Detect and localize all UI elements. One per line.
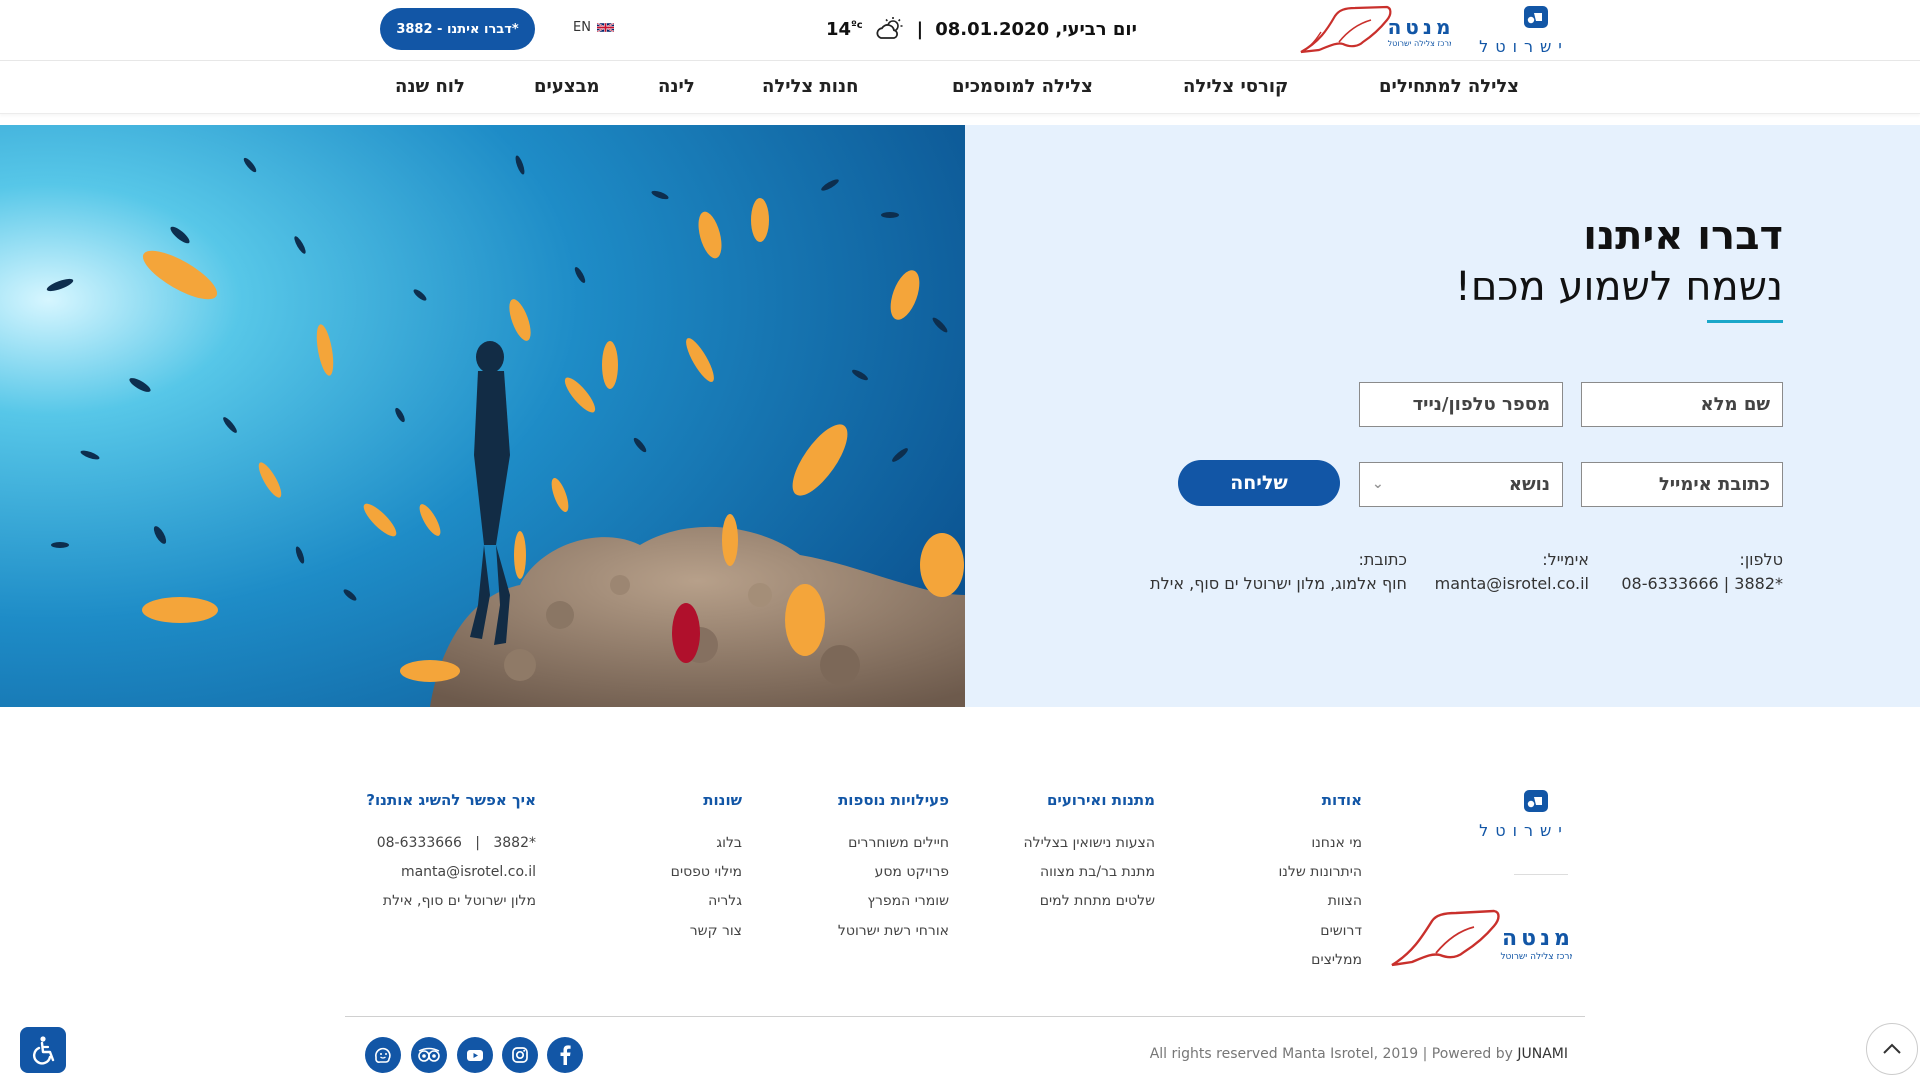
- contact-us-button[interactable]: דברו איתנו - 3882*: [380, 8, 535, 50]
- nav-item-calendar[interactable]: לוח שנה: [395, 76, 465, 97]
- footer-link[interactable]: אורחי רשת ישרוטל: [838, 923, 949, 939]
- footer-col-reach-title: איך אפשר להשיג אותנו?: [366, 791, 536, 809]
- footer-link[interactable]: מילוי טפסים: [671, 864, 742, 880]
- wheelchair-icon: [32, 1036, 55, 1065]
- footer-link[interactable]: מי אנחנו: [1311, 835, 1362, 851]
- youtube-icon[interactable]: [457, 1037, 493, 1073]
- junami-link[interactable]: JUNAMI: [1517, 1046, 1568, 1062]
- send-button[interactable]: שליחה: [1178, 460, 1340, 506]
- footer-link[interactable]: דרושים: [1320, 923, 1362, 939]
- manta-logo[interactable]: מנטה מרכז צלילה ישרוטל: [1299, 2, 1451, 56]
- phone-info: טלפון: 08-6333666 | 3882*: [1621, 548, 1783, 596]
- nav-item-deals[interactable]: מבצעים: [534, 76, 600, 97]
- address-label: כתובת:: [1358, 550, 1408, 569]
- contact-panel: דברו איתנו נשמח לשמוע מכם! שם מלא מספר ט…: [965, 125, 1920, 707]
- subject-placeholder: נושא: [1508, 474, 1550, 495]
- contact-subtitle: נשמח לשמוע מכם!: [1454, 264, 1783, 310]
- footer-link[interactable]: ממליצים: [1311, 952, 1362, 968]
- email-label: אימייל:: [1542, 550, 1589, 569]
- scroll-to-top-button[interactable]: [1866, 1023, 1918, 1075]
- footer-col-activities-title: פעילויות נוספות: [838, 791, 949, 809]
- phone-label: טלפון:: [1739, 550, 1783, 569]
- svg-text:מרכז צלילה ישרוטל: מרכז צלילה ישרוטל: [1388, 39, 1451, 48]
- email-value[interactable]: manta@isrotel.co.il: [1435, 572, 1589, 596]
- nav-item-certified[interactable]: צלילה למוסמכים: [952, 76, 1093, 97]
- partly-cloudy-icon: [876, 17, 903, 39]
- main-nav: צלילה למתחילים קורסי צלילה צלילה למוסמכי…: [0, 62, 1920, 114]
- top-bar: דברו איתנו - 3882* EN 14ºc | יום רביעי, …: [0, 0, 1920, 61]
- address-value: חוף אלמוג, מלון ישרוטל ים סוף, אילת: [1150, 574, 1407, 593]
- phone-placeholder: מספר טלפון/נייד: [1412, 394, 1550, 415]
- tripadvisor-icon[interactable]: [411, 1037, 447, 1073]
- footer-phone[interactable]: 08-6333666 | 3882*: [377, 835, 536, 851]
- title-underline: [1707, 320, 1783, 323]
- footer-link[interactable]: שלטים מתחת למים: [1040, 893, 1155, 909]
- chevron-up-icon: [1883, 1043, 1901, 1054]
- nav-item-beginners[interactable]: צלילה למתחילים: [1379, 76, 1519, 97]
- language-label: EN: [573, 20, 591, 35]
- footer-isrotel-logo[interactable]: ישרוטל: [1476, 788, 1572, 840]
- phone-field[interactable]: מספר טלפון/נייד: [1359, 382, 1563, 427]
- address-info: כתובת: חוף אלמוג, מלון ישרוטל ים סוף, אי…: [1150, 548, 1407, 596]
- instagram-icon[interactable]: [502, 1037, 538, 1073]
- footer-link[interactable]: בלוג: [716, 835, 742, 851]
- date-separator: |: [916, 18, 924, 40]
- email-info: אימייל: manta@isrotel.co.il: [1435, 548, 1589, 596]
- email-field[interactable]: כתובת אימייל: [1581, 462, 1783, 507]
- nav-item-lodging[interactable]: לינה: [658, 76, 695, 97]
- footer-manta-logo[interactable]: מנטה מרכז צלילה ישרוטל: [1390, 905, 1572, 969]
- current-date: יום רביעי, 08.01.2020: [935, 18, 1137, 40]
- facebook-icon[interactable]: [547, 1037, 583, 1073]
- footer-col-misc-title: שונות: [703, 791, 742, 809]
- footer-link[interactable]: פרויקט מסע: [875, 864, 949, 880]
- nav-item-courses[interactable]: קורסי צלילה: [1183, 76, 1288, 97]
- isrotel-logo[interactable]: ישרוטל: [1476, 4, 1572, 56]
- footer-link[interactable]: גלריה: [708, 893, 742, 909]
- footer-link[interactable]: הצעות נישואין בצלילה: [1024, 835, 1156, 851]
- chevron-down-icon: ⌄: [1372, 476, 1384, 492]
- weather-date: 14ºc | יום רביעי, 08.01.2020: [826, 12, 1137, 46]
- accessibility-button[interactable]: [20, 1027, 66, 1073]
- footer-divider: [345, 1016, 1585, 1017]
- contact-title: דברו איתנו: [1583, 213, 1783, 259]
- language-switch[interactable]: EN: [573, 20, 614, 35]
- svg-text:מנטה: מנטה: [1388, 15, 1451, 39]
- footer-link[interactable]: היתרונות שלנו: [1278, 864, 1362, 880]
- footer-email[interactable]: manta@isrotel.co.il: [401, 864, 536, 880]
- hero-underwater-image: [0, 125, 965, 707]
- footer-col-gifts-title: מתנות ואירועים: [1046, 791, 1155, 809]
- svg-text:מרכז צלילה ישרוטל: מרכז צלילה ישרוטל: [1500, 952, 1572, 962]
- footer-address: מלון ישרוטל ים סוף, אילת: [382, 893, 536, 909]
- logo-divider: [1514, 874, 1568, 875]
- svg-text:מנטה: מנטה: [1502, 926, 1572, 951]
- footer-link[interactable]: צור קשר: [690, 923, 742, 939]
- waze-icon[interactable]: [365, 1037, 401, 1073]
- phone-value[interactable]: 08-6333666 | 3882*: [1621, 572, 1783, 596]
- svg-text:ישרוטל: ישרוטל: [1479, 37, 1569, 56]
- email-placeholder: כתובת אימייל: [1658, 474, 1770, 495]
- temperature: 14ºc: [826, 18, 863, 40]
- uk-flag-icon: [596, 22, 614, 33]
- copyright: All rights reserved Manta Isrotel, 2019 …: [1149, 1046, 1568, 1062]
- footer-link[interactable]: חיילים משוחררים: [848, 835, 949, 851]
- footer-link[interactable]: שומרי המפרץ: [867, 893, 949, 909]
- full-name-field[interactable]: שם מלא: [1581, 382, 1783, 427]
- nav-item-shop[interactable]: חנות צלילה: [762, 76, 858, 97]
- footer-col-about-title: אודות: [1321, 791, 1362, 809]
- full-name-placeholder: שם מלא: [1700, 394, 1770, 415]
- subject-select[interactable]: נושא ⌄: [1359, 462, 1563, 507]
- svg-text:ישרוטל: ישרוטל: [1479, 821, 1569, 840]
- footer-link[interactable]: הצוות: [1328, 893, 1362, 909]
- footer-link[interactable]: מתנת בר/בת מצווה: [1040, 864, 1155, 880]
